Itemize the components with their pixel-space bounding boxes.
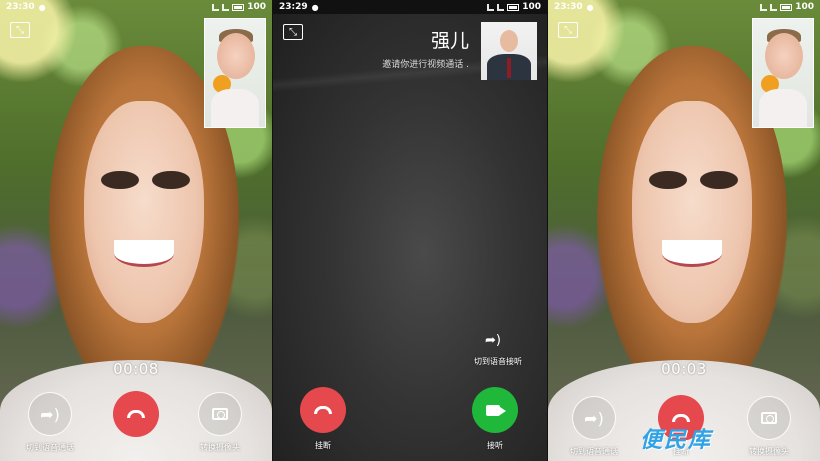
video-answer-icon [485, 404, 506, 416]
camera-switch-button[interactable] [198, 392, 242, 436]
hangup-icon [127, 410, 145, 418]
minimize-icon[interactable]: ⤡ [558, 22, 578, 38]
battery-percent: 100 [795, 2, 814, 12]
answer-label: 接听 [487, 441, 503, 450]
hangup-button[interactable] [113, 391, 159, 437]
decline-label: 挂断 [315, 441, 331, 450]
voice-switch-button[interactable]: ➦) [28, 392, 72, 436]
message-icon: ● [311, 2, 319, 12]
camera-switch-icon [212, 408, 228, 420]
signal-icon [222, 3, 230, 11]
minimize-icon[interactable]: ⤡ [283, 24, 303, 40]
minimize-icon[interactable]: ⤡ [10, 22, 30, 38]
battery-percent: 100 [247, 2, 266, 12]
battery-icon [507, 3, 520, 11]
voice-switch-icon: ➦) [40, 404, 60, 424]
voice-switch-icon: ➦) [584, 408, 604, 428]
message-icon: ● [38, 2, 46, 12]
watermark-logo: 便民库 [640, 428, 713, 453]
local-video-pip[interactable] [204, 18, 266, 128]
battery-icon [780, 3, 793, 11]
call-timer: 00:03 [661, 360, 707, 378]
status-bar: 23:30 ● 100 [0, 0, 272, 14]
video-call-screen-right: 23:30 ● 100 ⤡ 00:03 ➦) 切到语音通话 挂断 转换摄像头 [548, 0, 820, 461]
status-time: 23:29 [279, 2, 308, 12]
voice-answer-label[interactable]: 切到语音接听 [453, 356, 543, 367]
status-bar: 23:30 ● 100 [548, 0, 820, 14]
signal-icon [487, 3, 495, 11]
caller-avatar [481, 22, 537, 80]
incoming-call-screen: 23:29 ● 100 ⤡ 强儿 邀请你进行视频通话 . ➦) 切到语音接听 挂… [273, 0, 547, 461]
camera-switch-label: 转换摄像头 [200, 443, 240, 452]
caller-invite-message: 邀请你进行视频通话 . [382, 60, 469, 70]
camera-switch-button[interactable] [747, 396, 791, 440]
caller-name: 强儿 [430, 30, 469, 52]
status-time: 23:30 [554, 2, 583, 12]
hangup-icon [314, 406, 332, 414]
voice-answer-icon[interactable]: ➦) [485, 333, 501, 348]
signal-icon [770, 3, 778, 11]
camera-switch-label: 转换摄像头 [749, 447, 789, 456]
voice-switch-label: 切到语音通话 [26, 443, 74, 452]
camera-switch-icon [761, 412, 777, 424]
signal-icon [212, 3, 220, 11]
video-call-screen-left: 23:30 ● 100 ⤡ 00:08 ➦) 切到语音通话 转换摄像头 [0, 0, 272, 461]
signal-icon [497, 3, 505, 11]
voice-switch-button[interactable]: ➦) [572, 396, 616, 440]
answer-video-button[interactable] [472, 387, 518, 433]
call-timer: 00:08 [113, 360, 159, 378]
battery-icon [232, 3, 245, 11]
hangup-icon [672, 414, 690, 422]
local-video-pip[interactable] [752, 18, 814, 128]
battery-percent: 100 [522, 2, 541, 12]
signal-icon [760, 3, 768, 11]
message-icon: ● [586, 2, 594, 12]
status-time: 23:30 [6, 2, 35, 12]
decline-button[interactable] [300, 387, 346, 433]
voice-switch-label: 切到语音通话 [570, 447, 618, 456]
status-bar: 23:29 ● 100 [273, 0, 547, 14]
